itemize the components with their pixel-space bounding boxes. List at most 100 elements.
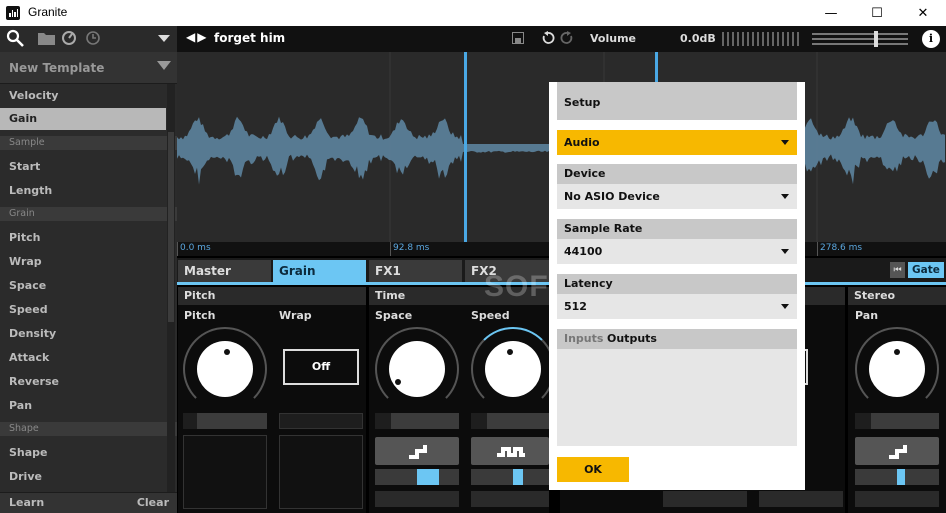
- window-title: Granite: [28, 5, 68, 19]
- param-label: Pan: [855, 309, 879, 322]
- step-shape-icon: [889, 445, 907, 459]
- sub-bar[interactable]: [471, 491, 549, 507]
- sidebar-item-speed[interactable]: Speed: [0, 299, 166, 321]
- latency-value: 512: [564, 300, 587, 313]
- sidebar-item-pitch[interactable]: Pitch: [0, 227, 166, 249]
- sidebar-scrollbar[interactable]: [167, 84, 175, 512]
- driver-select[interactable]: Audio: [557, 130, 797, 155]
- preset-name[interactable]: forget him: [214, 31, 285, 45]
- skip-back-icon[interactable]: ⏮: [890, 262, 905, 278]
- random-shape-button[interactable]: [471, 437, 549, 465]
- history-clock-icon[interactable]: [85, 30, 101, 46]
- template-name: New Template: [9, 61, 105, 75]
- space-knob[interactable]: [375, 327, 459, 411]
- minimize-button[interactable]: —: [808, 0, 854, 26]
- wrap-toggle[interactable]: Off: [283, 349, 359, 385]
- sidebar-item-drive[interactable]: Drive: [0, 466, 166, 488]
- pan-knob[interactable]: [855, 327, 939, 411]
- search-icon[interactable]: [6, 29, 24, 47]
- pan-rate-slider[interactable]: [855, 469, 939, 485]
- io-tabs: Inputs Outputs: [557, 329, 797, 349]
- driver-value: Audio: [564, 136, 600, 149]
- sub-bar[interactable]: [663, 491, 747, 507]
- sidebar-item-velocity[interactable]: Velocity: [0, 85, 166, 107]
- ruler-mark: 92.8 ms: [393, 243, 430, 253]
- sample-rate-label: Sample Rate: [557, 219, 797, 239]
- sidebar-item-wrap[interactable]: Wrap: [0, 251, 166, 273]
- sidebar-item-start[interactable]: Start: [0, 156, 166, 178]
- sidebar-item-reverse[interactable]: Reverse: [0, 371, 166, 393]
- filter-icon[interactable]: [157, 61, 171, 70]
- param-label: Pitch: [184, 309, 216, 322]
- stereo-module: Stereo Pan: [848, 287, 946, 513]
- volume-value: 0.0dB: [680, 32, 716, 45]
- sample-rate-select[interactable]: 44100: [557, 239, 797, 264]
- setup-dialog: Setup Audio Device No ASIO Device Sample…: [549, 82, 805, 490]
- sidebar-category-shape: Shape: [0, 422, 177, 436]
- learn-button[interactable]: Learn: [9, 496, 44, 509]
- sample-rate-value: 44100: [564, 245, 603, 258]
- device-select[interactable]: No ASIO Device: [557, 184, 797, 209]
- parameter-sidebar: New Template Velocity Gain Sample Start …: [0, 52, 177, 513]
- latency-select[interactable]: 512: [557, 294, 797, 319]
- dialog-title: Setup: [564, 96, 601, 109]
- volume-slider[interactable]: [812, 30, 908, 48]
- module-header: Pitch: [178, 287, 366, 305]
- sidebar-item-space[interactable]: Space: [0, 275, 166, 297]
- device-value: No ASIO Device: [564, 190, 660, 203]
- mod-slot[interactable]: [183, 435, 267, 509]
- sidebar-category-grain: Grain: [0, 207, 177, 221]
- sidebar-item-pan[interactable]: Pan: [0, 395, 166, 417]
- step-shape-icon: [409, 445, 427, 459]
- step-shape-button[interactable]: [375, 437, 459, 465]
- info-icon[interactable]: i: [922, 30, 940, 48]
- clear-button[interactable]: Clear: [137, 496, 169, 509]
- redo-icon[interactable]: [560, 31, 574, 45]
- folder-icon[interactable]: [38, 31, 55, 45]
- template-header[interactable]: New Template: [0, 52, 177, 84]
- app-logo-icon: [6, 6, 20, 20]
- speed-rate-slider[interactable]: [471, 469, 549, 485]
- speed-knob[interactable]: [471, 327, 555, 411]
- undo-icon[interactable]: [541, 31, 555, 45]
- top-toolbar: ◀▶ forget him Volume 0.0dB i: [0, 26, 946, 52]
- mod-slot[interactable]: [279, 435, 363, 509]
- sub-bar[interactable]: [855, 491, 939, 507]
- sidebar-item-length[interactable]: Length: [0, 180, 166, 202]
- mod-amount-bar[interactable]: [279, 413, 363, 429]
- mod-amount-fill: [391, 413, 459, 429]
- sidebar-item-density[interactable]: Density: [0, 323, 166, 345]
- tab-master[interactable]: Master: [178, 260, 271, 282]
- tab-fx1[interactable]: FX1: [369, 260, 462, 282]
- random-shape-icon: [497, 447, 525, 457]
- latency-label: Latency: [557, 274, 797, 294]
- next-preset-icon[interactable]: ▶: [197, 30, 208, 44]
- param-label: Wrap: [279, 309, 312, 322]
- maximize-button[interactable]: ☐: [854, 0, 900, 26]
- chevron-down-icon: [781, 140, 789, 145]
- sidebar-item-gain[interactable]: Gain: [0, 108, 166, 130]
- browser-toolbar: [0, 26, 177, 52]
- gate-button[interactable]: Gate: [908, 262, 944, 278]
- sub-bar[interactable]: [759, 491, 843, 507]
- sidebar-item-attack[interactable]: Attack: [0, 347, 166, 369]
- preset-nav-arrows[interactable]: ◀▶: [186, 30, 208, 44]
- gauge-icon[interactable]: [61, 30, 77, 46]
- pitch-module: Pitch Pitch Wrap Off: [178, 287, 366, 513]
- sidebar-item-shape[interactable]: Shape: [0, 442, 166, 464]
- step-shape-button[interactable]: [855, 437, 939, 465]
- sub-bar[interactable]: [375, 491, 459, 507]
- chevron-down-icon[interactable]: [158, 35, 170, 43]
- tab-grain[interactable]: Grain: [273, 260, 366, 282]
- tab-outputs[interactable]: Outputs: [607, 332, 657, 345]
- tab-inputs[interactable]: Inputs: [564, 332, 603, 345]
- io-channel-list[interactable]: [557, 349, 797, 446]
- ok-button[interactable]: OK: [557, 457, 629, 482]
- ruler-mark: 278.6 ms: [820, 243, 863, 253]
- space-rate-slider[interactable]: [375, 469, 459, 485]
- save-icon[interactable]: [512, 32, 524, 44]
- close-button[interactable]: ✕: [900, 0, 946, 26]
- previous-preset-icon[interactable]: ◀: [186, 30, 197, 44]
- mod-amount-fill: [197, 413, 267, 429]
- pitch-knob[interactable]: [183, 327, 267, 411]
